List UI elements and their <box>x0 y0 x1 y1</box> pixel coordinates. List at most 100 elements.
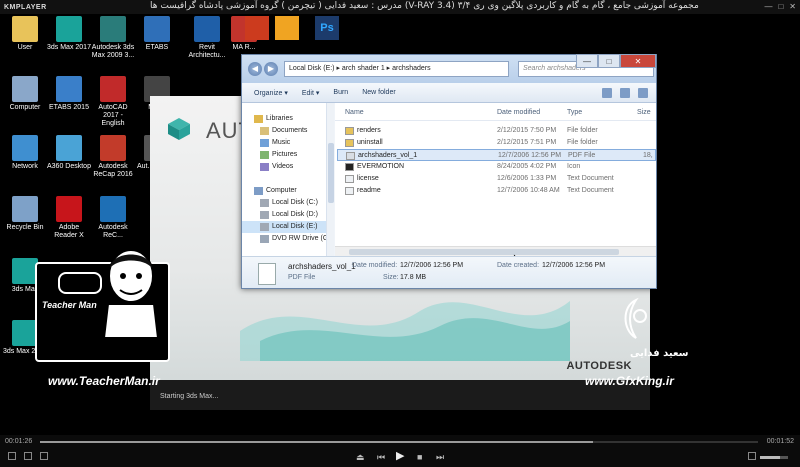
previous-icon[interactable]: ⏮ <box>377 452 385 462</box>
address-part[interactable]: archshaders <box>392 65 431 72</box>
desktop-icon[interactable]: 3ds Max 2017 <box>47 16 91 52</box>
mute-icon[interactable] <box>748 452 756 460</box>
desktop-icon[interactable]: Autodesk ReC... <box>91 196 135 240</box>
minimize-icon[interactable]: — <box>764 2 772 11</box>
horizontal-scrollbar[interactable] <box>335 246 656 256</box>
file-row[interactable]: readme 12/7/2006 10:48 AM Text Document <box>337 185 656 197</box>
revit-icon <box>194 16 220 42</box>
recap-icon <box>100 135 126 161</box>
folder-icon <box>345 127 354 135</box>
app-icon[interactable] <box>275 16 299 40</box>
network-icon <box>12 135 38 161</box>
desktop-icon-label: MA R... <box>232 44 256 51</box>
desktop-icon[interactable]: A360 Desktop <box>47 135 91 171</box>
minimize-icon[interactable]: — <box>576 54 598 68</box>
desktop-icon[interactable]: Network <box>3 135 47 171</box>
nav-item[interactable]: Music <box>242 137 326 149</box>
teacherman-caricature <box>102 249 160 338</box>
nav-item[interactable]: Libraries <box>242 113 326 125</box>
file-date: 8/24/2005 4:02 PM <box>497 163 557 170</box>
scrollbar-thumb[interactable] <box>328 143 334 203</box>
desktop-icon[interactable]: ETABS 2015 <box>47 76 91 112</box>
playlist-icon[interactable] <box>40 452 48 460</box>
a360-icon <box>56 135 82 161</box>
text-file-icon <box>345 187 354 195</box>
file-row[interactable]: license 12/6/2006 1:33 PM Text Document <box>337 173 656 185</box>
details-pane: archshaders_vol_1 Date modified: 12/7/20… <box>242 256 656 288</box>
file-row[interactable]: EVERMOTION 8/24/2005 4:02 PM Icon <box>337 161 656 173</box>
app-icon[interactable] <box>245 16 269 40</box>
volume-slider[interactable] <box>760 456 788 459</box>
address-part[interactable]: arch shader 1 <box>342 65 385 72</box>
desktop-icon[interactable]: ETABS <box>135 16 179 52</box>
3dsmax-icon <box>56 16 82 42</box>
back-icon[interactable]: ◀ <box>248 62 262 76</box>
nav-item[interactable]: DVD RW Drive (G <box>242 233 328 245</box>
seek-bar-fill <box>40 441 593 443</box>
nav-item-label: Libraries <box>266 115 293 122</box>
address-part[interactable]: Local Disk (E:) <box>289 65 335 72</box>
video-frame[interactable]: User 3ds Max 2017 Autodesk 3ds Max 2009 3.… <box>0 14 800 435</box>
nav-item[interactable]: Videos <box>242 161 326 173</box>
column-name[interactable]: Name <box>345 109 364 116</box>
3d-icon[interactable] <box>8 452 16 460</box>
adobe-reader-icon <box>56 196 82 222</box>
close-icon[interactable]: ✕ <box>789 2 796 11</box>
column-type[interactable]: Type <box>567 109 582 116</box>
nav-item[interactable]: Local Disk (E:) <box>242 221 326 233</box>
desktop-icon[interactable]: Autodesk 3ds Max 2009 3... <box>91 16 135 60</box>
seek-bar[interactable] <box>40 441 758 443</box>
new-folder-button[interactable]: New folder <box>362 89 395 96</box>
stop-icon[interactable]: ■ <box>417 452 422 462</box>
column-size[interactable]: Size <box>637 109 651 116</box>
eject-icon[interactable]: ⏏ <box>356 452 365 462</box>
file-row[interactable]: archshaders_vol_1 12/7/2006 12:56 PM PDF F… <box>337 149 656 161</box>
recycle-bin-icon <box>12 196 38 222</box>
views-icon[interactable] <box>602 87 612 98</box>
desktop-icon[interactable]: AutoCAD 2017 - English <box>91 76 135 128</box>
address-bar[interactable]: Local Disk (E:) ▸ arch shader 1 ▸ archsh… <box>284 61 509 77</box>
next-icon[interactable]: ⏭ <box>436 452 444 462</box>
nav-item[interactable]: Pictures <box>242 149 326 161</box>
close-icon[interactable]: ✕ <box>620 54 656 68</box>
nav-item[interactable]: Local Disk (C:) <box>242 197 326 209</box>
nav-item[interactable]: Computer <box>242 185 326 197</box>
nav-item[interactable]: Local Disk (D:) <box>242 209 326 221</box>
nav-item[interactable]: Documents <box>242 125 326 137</box>
desktop-icon-label: User <box>17 44 33 51</box>
edit-menu[interactable]: Edit ▾ <box>302 89 320 97</box>
desktop-icon[interactable]: Computer <box>3 76 47 112</box>
file-name: uninstall <box>357 139 383 146</box>
desktop-icon[interactable]: Recycle Bin <box>3 196 47 232</box>
column-date[interactable]: Date modified <box>497 109 540 116</box>
settings-icon[interactable] <box>24 452 32 460</box>
file-date: 12/6/2006 1:33 PM <box>497 175 557 182</box>
preview-pane-icon[interactable] <box>620 87 630 98</box>
elapsed-time: 00:01:26 <box>5 438 33 445</box>
play-icon[interactable]: ▶ <box>396 451 404 462</box>
photoshop-icon[interactable]: Ps <box>315 16 339 40</box>
dvd-icon <box>260 235 269 243</box>
maximize-icon[interactable]: □ <box>778 2 783 11</box>
desktop-icon[interactable]: Adobe Reader X <box>47 196 91 240</box>
computer-icon <box>254 187 263 195</box>
scrollbar-thumb[interactable] <box>349 249 619 255</box>
player-logo[interactable]: KMPLAYER <box>4 4 47 11</box>
navigation-scrollbar[interactable] <box>326 103 334 256</box>
details-file-name: archshaders_vol_1 <box>288 262 356 271</box>
help-icon[interactable] <box>638 87 648 98</box>
gfxking-name: سعید فدایی <box>630 348 689 359</box>
3dsmax-icon <box>100 16 126 42</box>
desktop-icon[interactable]: User <box>3 16 47 52</box>
file-row[interactable]: renders 2/12/2015 7:50 PM File folder <box>337 125 656 137</box>
file-row[interactable]: uninstall 2/12/2015 7:51 PM File folder <box>337 137 656 149</box>
column-headers: Name Date modified Type Size <box>335 103 656 121</box>
organize-menu[interactable]: Organize ▾ <box>254 89 288 97</box>
maximize-icon[interactable]: □ <box>598 54 620 68</box>
view-controls <box>602 87 656 98</box>
desktop-icon[interactable]: Autodesk ReCap 2016 <box>91 135 135 179</box>
pdf-icon <box>258 263 276 285</box>
burn-button[interactable]: Burn <box>333 89 348 96</box>
forward-icon[interactable]: ▶ <box>264 62 278 76</box>
player-window-controls: — □ ✕ <box>764 2 796 11</box>
